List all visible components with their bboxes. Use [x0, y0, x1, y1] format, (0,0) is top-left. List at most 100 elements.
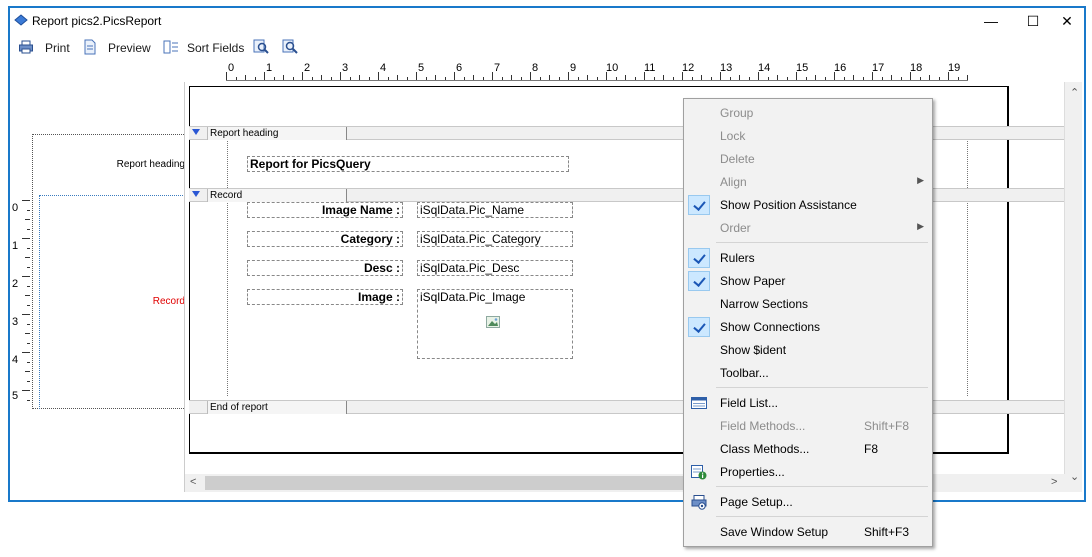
collapse-triangle-icon[interactable] [192, 129, 200, 135]
ruler-tick [22, 238, 30, 239]
image-name-value-field[interactable]: iSqlData.Pic_Name [417, 202, 573, 218]
image-name-label-field[interactable]: Image Name : [247, 202, 403, 218]
menu-item-show-paper[interactable]: Show Paper [686, 270, 930, 292]
menu-item-narrow-sections[interactable]: Narrow Sections [686, 293, 930, 315]
zoom-out-icon[interactable] [282, 39, 298, 55]
menu-item-label: Rulers [720, 251, 755, 265]
menu-item-field-list[interactable]: Field List... [686, 392, 930, 414]
menu-item-show-position-assistance[interactable]: Show Position Assistance [686, 194, 930, 216]
horizontal-scrollbar[interactable]: < > [185, 474, 1065, 492]
report-design-canvas[interactable]: Report heading Report for PicsQuery Reco… [184, 82, 1082, 492]
close-button[interactable]: ✕ [1052, 10, 1082, 32]
menu-item-lock[interactable]: Lock [686, 125, 930, 147]
scroll-left-icon[interactable]: < [190, 476, 196, 488]
desc-value-field[interactable]: iSqlData.Pic_Desc [417, 260, 573, 276]
menu-item-save-window-setup[interactable]: Save Window Setup Shift+F3 [686, 521, 930, 543]
ruler-number: 1 [266, 62, 273, 74]
ruler-tick [701, 75, 702, 80]
minimize-button[interactable]: — [976, 10, 1006, 32]
menu-item-class-methods[interactable]: Class Methods... F8 [686, 438, 930, 460]
print-button[interactable]: Print [45, 38, 70, 58]
submenu-arrow-icon: ▶ [917, 221, 924, 231]
menu-item-rulers[interactable]: Rulers [686, 247, 930, 269]
sort-fields-button[interactable]: Sort Fields [187, 38, 244, 58]
ruler-tick [672, 77, 674, 80]
ruler-tick [283, 75, 284, 80]
ruler-tick [729, 77, 731, 80]
menu-item-label: Field Methods... [720, 419, 806, 433]
ruler-number: 8 [532, 62, 539, 74]
ruler-tick [663, 75, 664, 80]
image-label-field[interactable]: Image : [247, 289, 403, 305]
ruler-tick [359, 75, 360, 80]
ruler-tick [815, 75, 816, 80]
menu-item-toolbar[interactable]: Toolbar... [686, 362, 930, 384]
category-value-field[interactable]: iSqlData.Pic_Category [417, 231, 573, 247]
collapse-triangle-icon[interactable] [192, 191, 200, 197]
report-heading-section-bar[interactable]: Report heading [189, 126, 1065, 140]
menu-item-shortcut: F8 [864, 442, 879, 456]
sort-fields-icon[interactable] [163, 39, 179, 55]
ruler-tick [824, 77, 826, 80]
menu-item-label: Toolbar... [720, 366, 769, 380]
scroll-right-icon[interactable]: > [1051, 476, 1057, 488]
ruler-tick [311, 77, 313, 80]
ruler-tick [254, 77, 256, 80]
ruler-tick [596, 77, 598, 80]
scroll-up-icon[interactable]: ⌃ [1070, 86, 1079, 99]
ruler-tick [27, 361, 30, 363]
preview-document-icon[interactable] [82, 39, 98, 55]
menu-item-show-connections[interactable]: Show Connections [686, 316, 930, 338]
maximize-button[interactable]: ☐ [1018, 10, 1048, 32]
ruler-tick [27, 304, 30, 306]
scroll-down-icon[interactable]: ⌄ [1070, 470, 1079, 483]
ruler-tick [549, 75, 550, 80]
ruler-tick [22, 314, 30, 315]
horizontal-scroll-thumb[interactable] [205, 476, 705, 490]
category-label-field[interactable]: Category : [247, 231, 403, 247]
ruler-tick [919, 77, 921, 80]
printer-icon[interactable] [18, 39, 34, 55]
image-value-field[interactable]: iSqlData.Pic_Image [417, 289, 573, 359]
menu-item-shortcut: Shift+F8 [864, 419, 910, 433]
ruler-tick [710, 77, 712, 80]
ruler-tick [881, 77, 883, 80]
page-setup-icon [691, 495, 707, 510]
ruler-number: 14 [758, 62, 771, 74]
ruler-tick [25, 257, 30, 258]
menu-item-label: Field List... [720, 396, 779, 410]
ruler-tick [22, 352, 30, 353]
preview-button[interactable]: Preview [108, 38, 151, 58]
ruler-number: 13 [720, 62, 733, 74]
menu-item-properties[interactable]: Properties... [686, 461, 930, 483]
menu-item-field-methods[interactable]: Field Methods... Shift+F8 [686, 415, 930, 437]
ruler-tick [27, 228, 30, 230]
menu-item-show-ident[interactable]: Show $ident [686, 339, 930, 361]
ruler-tick [444, 77, 446, 80]
menu-item-delete[interactable]: Delete [686, 148, 930, 170]
ruler-tick [340, 72, 341, 80]
ruler-tick [511, 75, 512, 80]
report-title-field[interactable]: Report for PicsQuery [247, 156, 569, 172]
vertical-scrollbar[interactable]: ⌃ ⌄ [1064, 82, 1082, 492]
menu-item-align[interactable]: Align ▶ [686, 171, 930, 193]
ruler-tick [929, 75, 930, 80]
ruler-tick [482, 77, 484, 80]
menu-item-page-setup[interactable]: Page Setup... [686, 491, 930, 513]
zoom-in-icon[interactable] [253, 39, 269, 55]
ruler-tick [27, 342, 30, 344]
ruler-tick [463, 77, 465, 80]
menu-item-group[interactable]: Group [686, 102, 930, 124]
ruler-tick [938, 77, 940, 80]
report-app-icon [14, 14, 28, 26]
ruler-tick [292, 77, 294, 80]
ruler-tick [406, 77, 408, 80]
title-bar: Report pics2.PicsReport — ☐ ✕ [10, 8, 1084, 34]
desc-label-field[interactable]: Desc : [247, 260, 403, 276]
ruler-tick [492, 72, 493, 80]
menu-separator [716, 387, 928, 388]
menu-item-order[interactable]: Order ▶ [686, 217, 930, 239]
record-section-bar[interactable]: Record [189, 188, 1065, 202]
end-of-report-section-bar[interactable]: End of report [189, 400, 1065, 414]
ruler-tick [539, 77, 541, 80]
